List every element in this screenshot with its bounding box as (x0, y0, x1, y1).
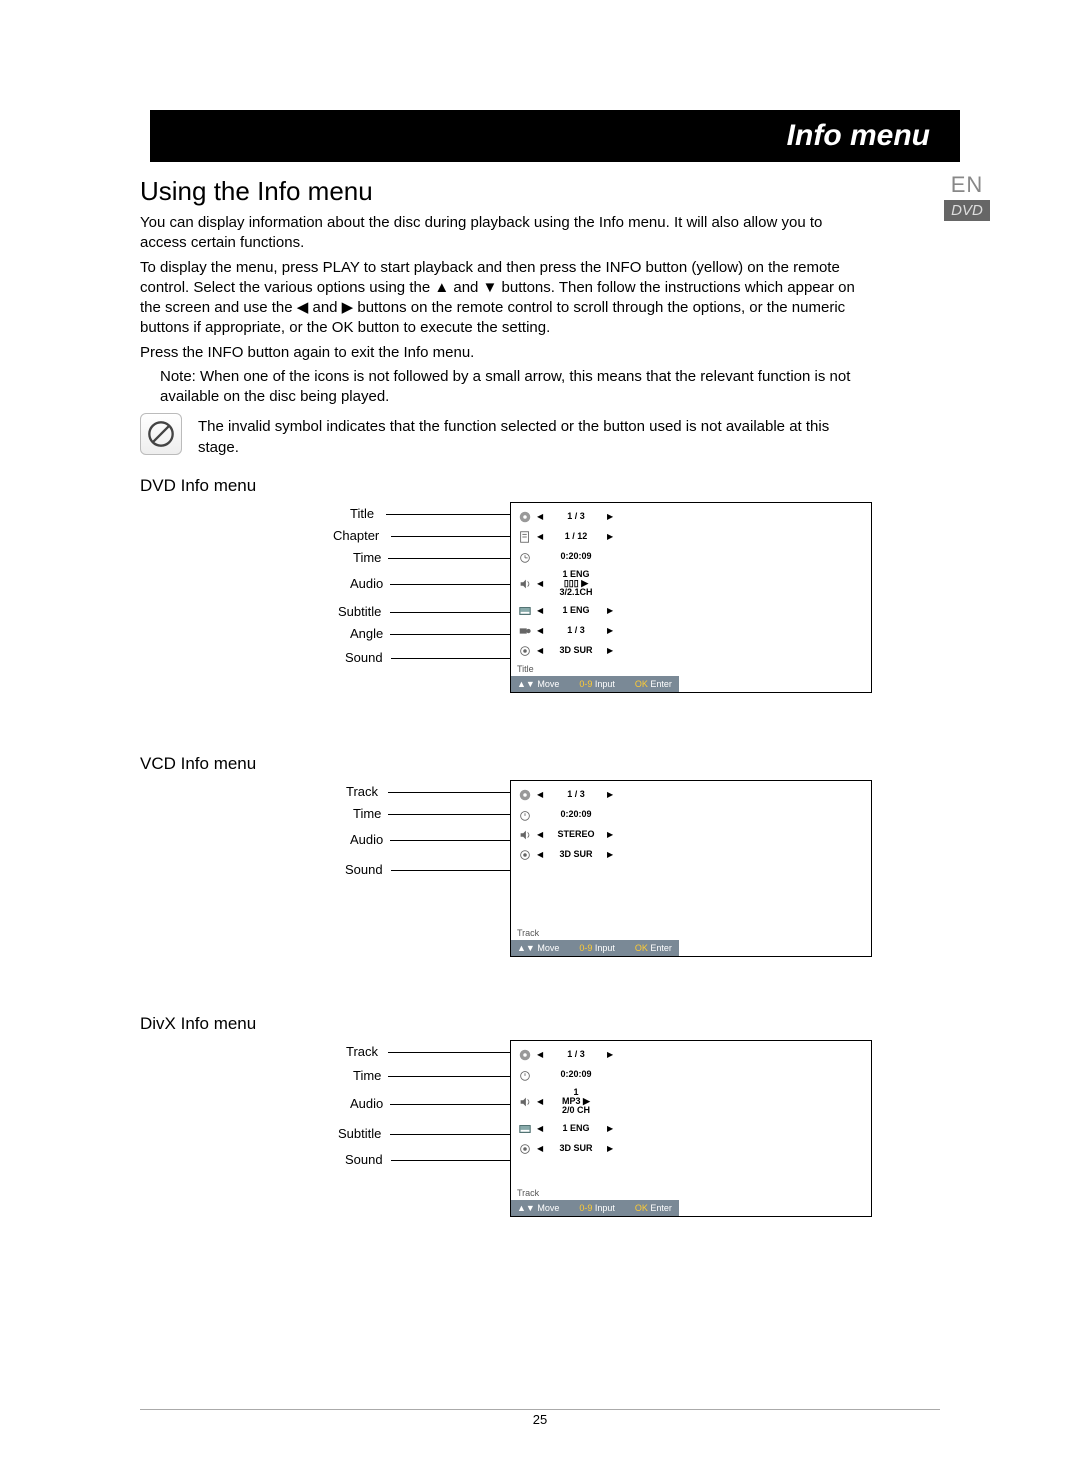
callout-audio: Audio (350, 576, 383, 591)
callout-sound: Sound (345, 1152, 383, 1167)
disc-icon (517, 787, 533, 803)
sound-mode-icon (517, 1141, 533, 1157)
osd-row-sound: 3D SUR (517, 845, 865, 865)
dvd-heading: DVD Info menu (140, 476, 960, 496)
disc-type-badge: DVD (944, 200, 990, 221)
page-title-bar: Info menu (150, 110, 960, 162)
audio-icon (517, 576, 533, 592)
osd-footer: ▲▼ Move 0-9 Input OK Enter (511, 676, 679, 692)
clock-icon (517, 1067, 533, 1083)
right-arrow-icon (607, 512, 615, 521)
osd-row-angle: 1 / 3 (517, 621, 865, 641)
vcd-osd: 1 / 3 0:20:09 STEREO (510, 780, 872, 957)
osd-title-value: 1 / 3 (547, 512, 605, 521)
left-arrow-icon (537, 512, 545, 521)
dvd-menu-diagram: Title Chapter Time Audio Subtitle Angle … (150, 500, 960, 740)
sound-mode-icon (517, 847, 533, 863)
callout-angle: Angle (350, 626, 383, 641)
callout-time: Time (353, 550, 381, 565)
sound-mode-icon (517, 643, 533, 659)
osd-row-audio: STEREO (517, 825, 865, 845)
divx-menu-diagram: Track Time Audio Subtitle Sound 1 / 3 0:… (150, 1038, 960, 1268)
disc-icon (517, 509, 533, 525)
callout-subtitle: Subtitle (338, 1126, 381, 1141)
vcd-heading: VCD Info menu (140, 754, 960, 774)
dvd-osd: 1 / 3 1 / 12 0:20:09 (510, 502, 872, 693)
intro-paragraph-2: To display the menu, press PLAY to start… (140, 258, 860, 339)
page-title: Info menu (787, 119, 930, 153)
language-badge: EN DVD (944, 172, 990, 221)
audio-icon (517, 1094, 533, 1110)
divx-heading: DivX Info menu (140, 1014, 960, 1034)
osd-row-time: 0:20:09 (517, 1065, 865, 1085)
callout-track: Track (346, 784, 378, 799)
subtitle-icon (517, 1121, 533, 1137)
osd-meta-label: Title (511, 663, 871, 676)
callout-title: Title (350, 506, 374, 521)
callout-subtitle: Subtitle (338, 604, 381, 619)
audio-icon (517, 827, 533, 843)
clock-icon (517, 549, 533, 565)
callout-track: Track (346, 1044, 378, 1059)
osd-row-time: 0:20:09 (517, 805, 865, 825)
note-paragraph: Note: When one of the icons is not follo… (160, 367, 860, 408)
intro-paragraph-1: You can display information about the di… (140, 213, 860, 254)
callout-sound: Sound (345, 862, 383, 877)
osd-row-chapter: 1 / 12 (517, 527, 865, 547)
vcd-menu-diagram: Track Time Audio Sound 1 / 3 0:20:09 (150, 778, 960, 1000)
invalid-symbol-text: The invalid symbol indicates that the fu… (198, 417, 858, 458)
callout-time: Time (353, 806, 381, 821)
osd-row-track: 1 / 3 (517, 785, 865, 805)
subtitle-icon (517, 603, 533, 619)
disc-icon (517, 1047, 533, 1063)
osd-row-sound: 3D SUR (517, 1139, 865, 1159)
osd-row-title: 1 / 3 (517, 507, 865, 527)
section-heading: Using the Info menu (140, 176, 960, 207)
angle-icon (517, 623, 533, 639)
page-number: 25 (140, 1409, 940, 1427)
chapter-icon (517, 529, 533, 545)
osd-row-subtitle: 1 ENG (517, 1119, 865, 1139)
osd-row-track: 1 / 3 (517, 1045, 865, 1065)
callout-chapter: Chapter (333, 528, 379, 543)
divx-osd: 1 / 3 0:20:09 1 MP3 ▶ 2/0 CH (510, 1040, 872, 1217)
osd-row-sound: 3D SUR (517, 641, 865, 661)
invalid-symbol-icon (140, 413, 182, 455)
callout-audio: Audio (350, 1096, 383, 1111)
callout-sound: Sound (345, 650, 383, 665)
osd-row-audio: 1 MP3 ▶ 2/0 CH (517, 1085, 865, 1119)
intro-paragraph-3: Press the INFO button again to exit the … (140, 343, 860, 363)
osd-row-time: 0:20:09 (517, 547, 865, 567)
callout-audio: Audio (350, 832, 383, 847)
osd-row-audio: 1 ENG ▯▯▯ ▶ 3/2.1CH (517, 567, 865, 601)
clock-icon (517, 807, 533, 823)
lang-code: EN (944, 172, 990, 198)
osd-row-subtitle: 1 ENG (517, 601, 865, 621)
callout-time: Time (353, 1068, 381, 1083)
